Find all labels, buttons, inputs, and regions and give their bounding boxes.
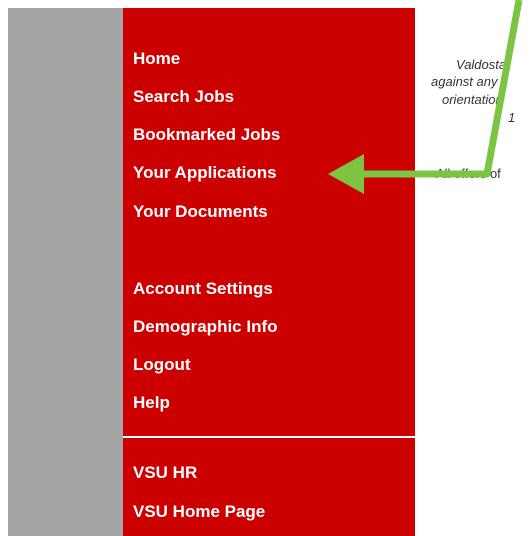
nav-vsu-home-page-link[interactable]: VSU Home Page [133, 502, 265, 522]
left-gray-strip [8, 8, 123, 536]
nav-your-documents-link[interactable]: Your Documents [133, 202, 268, 222]
offers-text: All offers of [436, 166, 501, 181]
nav-vsu-hr-link[interactable]: VSU HR [133, 463, 197, 483]
nav-divider [123, 436, 415, 438]
nav-search-jobs-link[interactable]: Search Jobs [133, 87, 234, 107]
nav-account-settings-link[interactable]: Account Settings [133, 279, 273, 299]
content-line-4: 1 [508, 110, 516, 125]
nav-home-link[interactable]: Home [133, 49, 180, 69]
sidebar-nav: Home Search Jobs Bookmarked Jobs Your Ap… [123, 8, 415, 536]
nav-logout-link[interactable]: Logout [133, 355, 191, 375]
nav-bookmarked-jobs-link[interactable]: Bookmarked Jobs [133, 125, 280, 145]
nav-help-link[interactable]: Help [133, 393, 170, 413]
content-line-2: against any [431, 74, 498, 89]
content-line-1: Valdosta [456, 57, 507, 72]
content-line-3: orientation [442, 92, 503, 107]
nav-your-applications-link[interactable]: Your Applications [133, 163, 277, 183]
nav-demographic-info-link[interactable]: Demographic Info [133, 317, 278, 337]
